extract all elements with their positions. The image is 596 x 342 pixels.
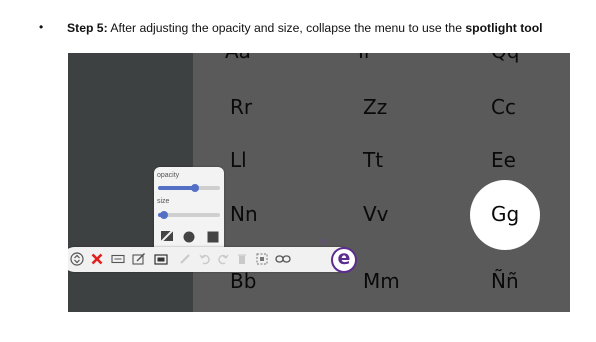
letter-cell: Aa — [225, 53, 251, 63]
letter-cell: Ll — [230, 148, 247, 172]
letter-cell: Vv — [363, 202, 389, 226]
instruction-body: After adjusting the opacity and size, co… — [107, 21, 466, 35]
letter-cell: Ññ — [491, 269, 519, 293]
floating-toolbar — [68, 247, 352, 272]
selection-icon[interactable] — [255, 252, 269, 266]
registered-mark: ® — [321, 240, 326, 246]
size-label: size — [157, 198, 170, 205]
letter-cell: Gg — [491, 202, 520, 226]
letter-cell: Tt — [363, 148, 384, 172]
redo-icon[interactable] — [216, 252, 230, 266]
logo-letter: e — [337, 247, 351, 269]
letter-cell: Rr — [230, 95, 253, 119]
link-icon[interactable] — [275, 252, 291, 266]
letter-cell: Nn — [230, 202, 258, 226]
letter-cell: Ii — [358, 53, 369, 63]
edit-box-icon[interactable] — [132, 252, 146, 266]
opacity-slider-fill — [158, 186, 195, 190]
instruction-emphasis: spotlight tool — [465, 21, 543, 35]
size-slider-knob[interactable] — [160, 211, 168, 219]
letter-cell: Ee — [491, 148, 516, 172]
pen-icon[interactable] — [178, 252, 192, 266]
opacity-slider[interactable] — [158, 184, 220, 192]
logo-icon[interactable]: e — [331, 247, 357, 273]
square-shape-icon[interactable] — [207, 230, 219, 248]
step-label: Step 5: — [67, 21, 108, 35]
opacity-label: opacity — [157, 172, 180, 179]
bullet-point: • — [39, 20, 44, 34]
size-slider[interactable] — [158, 211, 220, 219]
letter-cell: Bb — [230, 269, 257, 293]
close-icon[interactable] — [90, 252, 104, 266]
shape-options — [159, 228, 220, 244]
letter-cell: Qq — [491, 53, 519, 63]
opacity-size-popup: opacity size — [154, 167, 224, 249]
letter-cell: Cc — [491, 95, 516, 119]
instruction-text: Step 5: After adjusting the opacity and … — [67, 21, 543, 35]
no-shape-icon[interactable] — [159, 228, 175, 248]
letter-cell: Zz — [363, 95, 388, 119]
embedded-screenshot: Aa Ii Qq Rr Zz Cc Ll Tt Ee Nn Vv Gg Bb M… — [68, 53, 570, 312]
circle-shape-icon[interactable] — [183, 230, 195, 248]
opacity-slider-knob[interactable] — [191, 184, 199, 192]
collapse-toggle-icon[interactable] — [70, 252, 84, 266]
screen-capture-icon[interactable] — [154, 252, 168, 266]
instruction-line: • Step 5: After adjusting the opacity an… — [39, 20, 584, 38]
trash-icon[interactable] — [235, 252, 249, 266]
keyboard-icon[interactable] — [111, 252, 125, 266]
undo-icon[interactable] — [198, 252, 212, 266]
letter-cell: Mm — [363, 269, 400, 293]
